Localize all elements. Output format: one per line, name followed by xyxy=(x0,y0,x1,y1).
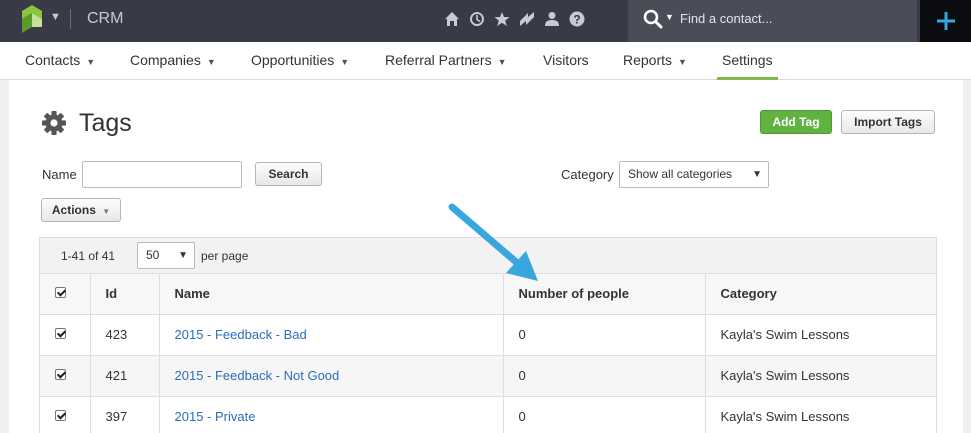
caret-down-icon: ▼ xyxy=(752,169,762,180)
select-all-checkbox[interactable] xyxy=(55,287,66,299)
nav-label: Companies xyxy=(130,52,201,68)
nav-label: Reports xyxy=(623,52,673,68)
nav-label: Settings xyxy=(722,52,773,68)
column-header-name[interactable]: Name xyxy=(159,274,504,315)
chevron-down-icon: ▼ xyxy=(86,57,96,67)
main-content: Tags Add Tag Import Tags Name Search Cat… xyxy=(9,80,963,433)
contact-search-box: ▼ xyxy=(628,0,917,42)
tag-id: 397 xyxy=(90,396,160,433)
nav-label: Visitors xyxy=(543,52,589,68)
category-filter-label: Category xyxy=(561,167,614,182)
tag-name-cell: 2015 - Feedback - Not Good xyxy=(159,355,504,397)
chevron-down-icon: ▼ xyxy=(206,57,216,67)
search-icon[interactable] xyxy=(643,9,663,29)
nav-settings[interactable]: Settings xyxy=(717,42,778,80)
tag-id: 421 xyxy=(90,355,160,397)
top-icon-group: ? xyxy=(443,10,585,27)
tags-table: Id Name Number of people Category 423 20… xyxy=(40,274,936,433)
per-page-select[interactable]: 50 ▼ xyxy=(137,242,195,269)
chevron-down-icon: ▼ xyxy=(678,57,687,67)
tag-people-count: 0 xyxy=(503,355,706,397)
page-title: Tags xyxy=(79,109,132,137)
nav-label: Referral Partners xyxy=(385,52,492,68)
tag-people-count: 0 xyxy=(503,314,706,356)
contact-search-input[interactable] xyxy=(680,6,905,30)
tag-name-link[interactable]: 2015 - Feedback - Not Good xyxy=(175,368,340,383)
nav-label: Opportunities xyxy=(251,52,335,68)
help-icon[interactable]: ? xyxy=(568,10,585,27)
svg-text:?: ? xyxy=(573,12,580,26)
gear-icon xyxy=(42,111,66,135)
column-header-number-of-people[interactable]: Number of people xyxy=(503,274,706,315)
nav-referral-partners[interactable]: Referral Partners ▼ xyxy=(385,42,507,80)
add-tag-button[interactable]: Add Tag xyxy=(760,110,832,134)
caret-down-icon: ▼ xyxy=(102,207,111,216)
tag-category: Kayla's Swim Lessons xyxy=(705,314,936,356)
clock-icon[interactable] xyxy=(468,10,485,27)
search-filter-chevron-icon[interactable]: ▼ xyxy=(665,12,674,22)
star-icon[interactable] xyxy=(493,10,510,27)
table-row: 423 2015 - Feedback - Bad 0 Kayla's Swim… xyxy=(40,314,936,356)
tag-name-link[interactable]: 2015 - Feedback - Bad xyxy=(175,327,307,342)
actions-label: Actions xyxy=(51,203,96,217)
tag-category: Kayla's Swim Lessons xyxy=(705,355,936,397)
tag-people-count: 0 xyxy=(503,396,706,433)
table-row: 397 2015 - Private 0 Kayla's Swim Lesson… xyxy=(40,396,936,433)
caret-down-icon: ▼ xyxy=(178,250,188,261)
tag-category: Kayla's Swim Lessons xyxy=(705,396,936,433)
name-filter-input[interactable] xyxy=(82,161,242,188)
person-icon[interactable] xyxy=(543,10,560,27)
name-filter-label: Name xyxy=(42,167,77,182)
home-icon[interactable] xyxy=(443,10,460,27)
main-nav: Contacts ▼ Companies ▼ Opportunities ▼ Refe… xyxy=(0,42,971,80)
nav-reports[interactable]: Reports ▼ xyxy=(623,42,687,80)
pagination-bar: 1-41 of 41 50 ▼ per page xyxy=(40,238,936,274)
nav-visitors[interactable]: Visitors xyxy=(543,42,589,80)
result-range: 1-41 of 41 xyxy=(61,249,116,263)
per-page-value: 50 xyxy=(146,248,160,262)
import-tags-button[interactable]: Import Tags xyxy=(841,110,935,134)
quick-add-button[interactable] xyxy=(920,0,971,42)
row-checkbox[interactable] xyxy=(55,410,66,421)
row-select-cell xyxy=(40,314,91,356)
row-select-cell xyxy=(40,396,91,433)
top-bar: ▼ CRM ? ▼ xyxy=(0,0,971,42)
tags-table-panel: 1-41 of 41 50 ▼ per page Id Name Number … xyxy=(39,237,937,433)
tag-name-cell: 2015 - Feedback - Bad xyxy=(159,314,504,356)
tag-id: 423 xyxy=(90,314,160,356)
row-checkbox[interactable] xyxy=(55,369,66,380)
nav-companies[interactable]: Companies ▼ xyxy=(130,42,216,80)
column-header-category[interactable]: Category xyxy=(705,274,936,315)
zap-icon[interactable] xyxy=(518,10,535,27)
select-all-header xyxy=(40,274,91,315)
actions-dropdown-button[interactable]: Actions ▼ xyxy=(41,198,121,222)
app-logo-icon[interactable] xyxy=(22,5,42,33)
chevron-down-icon: ▼ xyxy=(340,57,350,67)
category-select[interactable]: Show all categories ▼ xyxy=(619,161,769,188)
chevron-down-icon: ▼ xyxy=(497,57,507,67)
table-row: 421 2015 - Feedback - Not Good 0 Kayla's… xyxy=(40,355,936,397)
topbar-divider xyxy=(70,9,71,29)
plus-icon xyxy=(936,12,955,30)
app-title: CRM xyxy=(87,10,124,27)
app-switcher-chevron-icon[interactable]: ▼ xyxy=(50,11,61,23)
nav-contacts[interactable]: Contacts ▼ xyxy=(25,42,95,80)
category-select-value: Show all categories xyxy=(628,167,733,181)
table-header-row: Id Name Number of people Category xyxy=(40,274,936,315)
nav-opportunities[interactable]: Opportunities ▼ xyxy=(251,42,349,80)
column-header-id[interactable]: Id xyxy=(90,274,160,315)
row-select-cell xyxy=(40,355,91,397)
tag-name-link[interactable]: 2015 - Private xyxy=(175,409,256,424)
nav-label: Contacts xyxy=(25,52,81,68)
per-page-label: per page xyxy=(201,249,249,263)
tag-name-cell: 2015 - Private xyxy=(159,396,504,433)
search-button[interactable]: Search xyxy=(255,162,322,186)
row-checkbox[interactable] xyxy=(55,328,66,339)
